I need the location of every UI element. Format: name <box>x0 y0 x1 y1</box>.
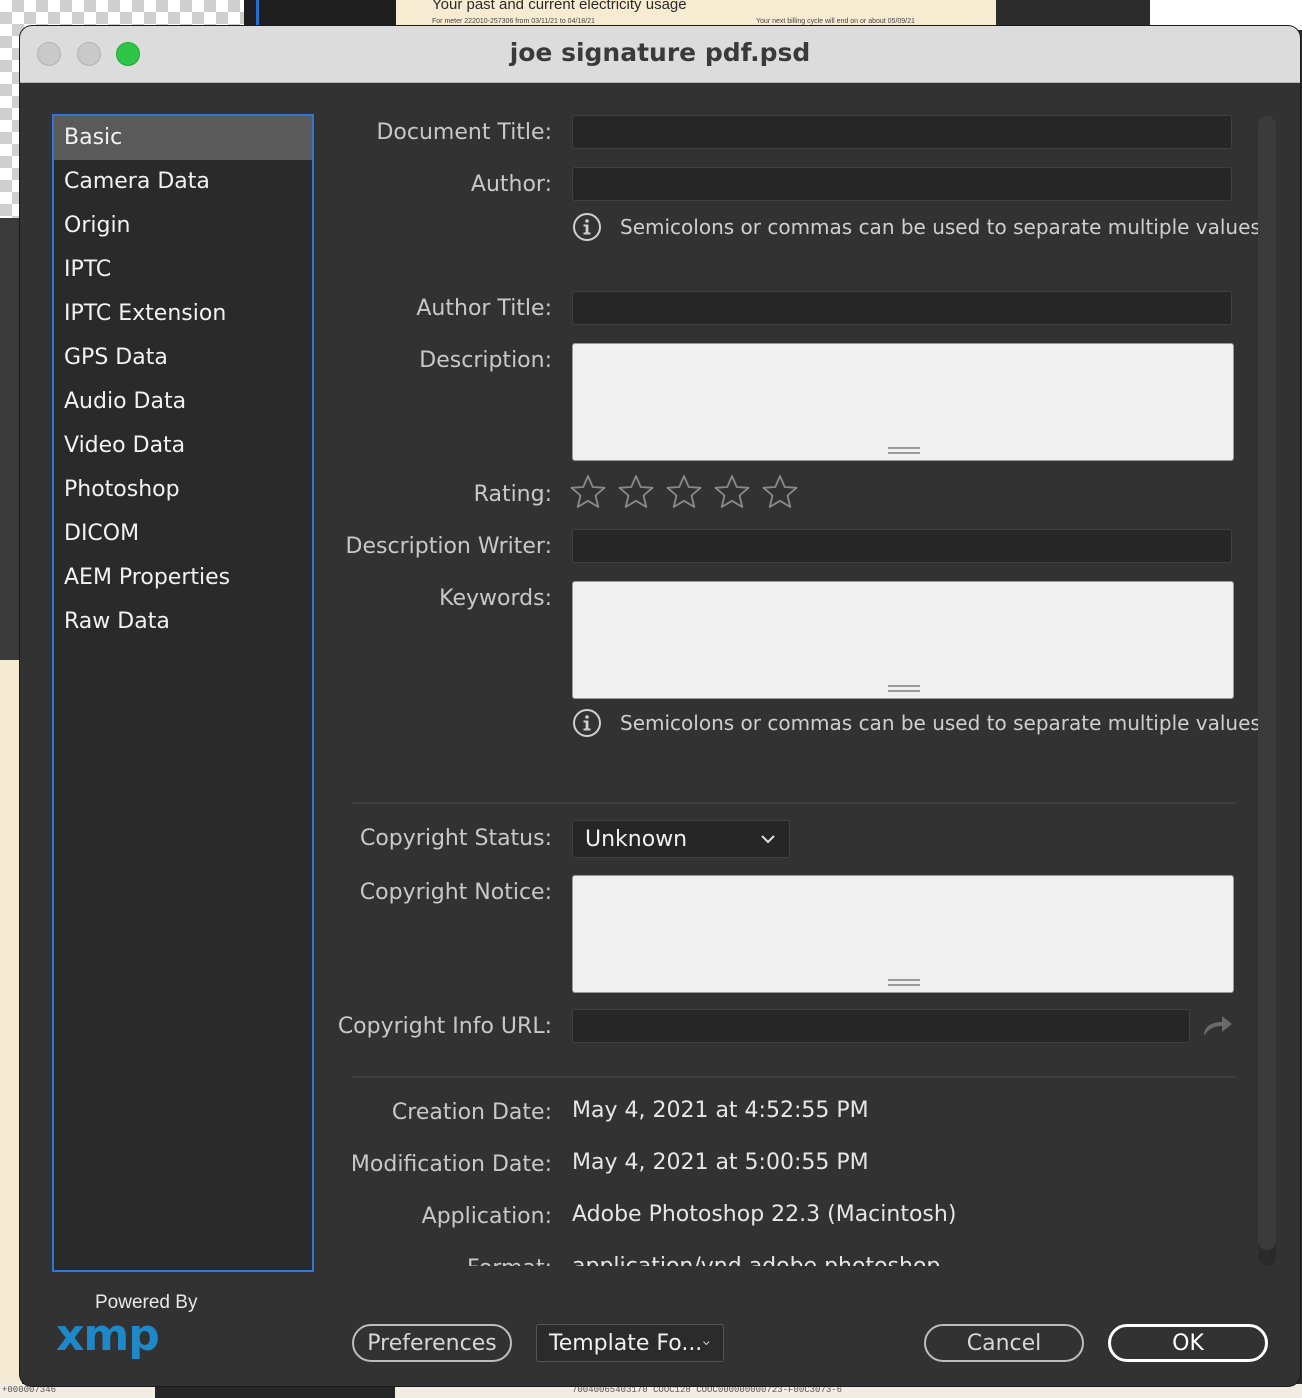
preferences-button[interactable]: Preferences <box>352 1324 512 1362</box>
resize-grip-icon[interactable] <box>888 447 920 454</box>
star-outline-icon[interactable] <box>618 474 654 510</box>
star-outline-icon[interactable] <box>570 474 606 510</box>
powered-by-text: Powered By <box>95 1292 198 1313</box>
basic-metadata-form: Document Title: Author: Semicolons or co… <box>20 26 1300 1266</box>
modification-date-label: Modification Date: <box>350 1152 552 1177</box>
ok-button[interactable]: OK <box>1108 1324 1268 1362</box>
template-folder-label: Template Fo... <box>549 1330 703 1356</box>
copyright-notice-textarea[interactable] <box>572 875 1234 993</box>
author-title-label: Author Title: <box>416 296 552 321</box>
author-hint-text: Semicolons or commas can be used to sepa… <box>620 215 1261 239</box>
background-doc-heading: Your past and current electricity usage <box>432 0 687 13</box>
copyright-status-select[interactable]: Unknown <box>572 820 790 858</box>
background-panel-dark <box>155 1384 395 1398</box>
xmp-logo: xmp <box>56 1314 160 1361</box>
description-writer-field[interactable] <box>572 529 1232 563</box>
info-icon <box>573 213 601 241</box>
keywords-hint-text: Semicolons or commas can be used to sepa… <box>620 711 1261 735</box>
format-value: application/vnd.adobe.photoshop <box>572 1254 940 1266</box>
description-writer-label: Description Writer: <box>345 534 552 559</box>
star-outline-icon[interactable] <box>714 474 750 510</box>
section-divider <box>352 802 1236 804</box>
copyright-url-label: Copyright Info URL: <box>337 1014 552 1039</box>
copyright-status-value: Unknown <box>585 826 688 852</box>
application-label: Application: <box>421 1204 552 1229</box>
author-label: Author: <box>470 172 552 197</box>
description-textarea[interactable] <box>572 343 1234 461</box>
keywords-label: Keywords: <box>439 586 552 611</box>
resize-grip-icon[interactable] <box>888 685 920 692</box>
keywords-hint: Semicolons or commas can be used to sepa… <box>572 708 1261 738</box>
template-folder-dropdown[interactable]: Template Fo... <box>536 1324 724 1362</box>
background-barcode-text: 70040065403170 COOC128 COOC000000000723-… <box>572 1385 843 1395</box>
rating-stars <box>570 474 798 510</box>
document-title-label: Document Title: <box>376 120 552 145</box>
creation-date-label: Creation Date: <box>391 1100 552 1125</box>
cancel-button[interactable]: Cancel <box>924 1324 1084 1362</box>
star-outline-icon[interactable] <box>666 474 702 510</box>
copyright-url-field[interactable] <box>572 1009 1190 1043</box>
document-title-field[interactable] <box>572 115 1232 149</box>
copyright-notice-label: Copyright Notice: <box>359 880 552 905</box>
background-doc-line: For meter 222010-257306 from 03/11/21 to… <box>432 18 595 25</box>
resize-grip-icon[interactable] <box>888 979 920 986</box>
background-doc-line: Your next billing cycle will end on or a… <box>756 18 915 25</box>
background-barcode-text: +000007346 <box>2 1385 57 1395</box>
share-arrow-icon[interactable] <box>1200 1012 1234 1040</box>
xmp-logo-text: xmp <box>56 1314 159 1361</box>
description-label: Description: <box>419 348 552 373</box>
keywords-textarea[interactable] <box>572 581 1234 699</box>
chevron-down-icon <box>703 1341 710 1346</box>
modification-date-value: May 4, 2021 at 5:00:55 PM <box>572 1150 869 1175</box>
creation-date-value: May 4, 2021 at 4:52:55 PM <box>572 1098 869 1123</box>
author-hint: Semicolons or commas can be used to sepa… <box>572 212 1261 242</box>
format-label: Format: <box>467 1256 552 1266</box>
info-icon <box>573 709 601 737</box>
section-divider <box>352 1076 1236 1078</box>
file-info-dialog: joe signature pdf.psd Basic Camera Data … <box>20 26 1300 1386</box>
author-title-field[interactable] <box>572 291 1232 325</box>
star-outline-icon[interactable] <box>762 474 798 510</box>
rating-label: Rating: <box>473 482 552 507</box>
scrollbar-thumb[interactable] <box>1258 116 1276 1250</box>
background-document-edge <box>0 660 22 1398</box>
author-field[interactable] <box>572 167 1232 201</box>
copyright-status-label: Copyright Status: <box>359 826 552 851</box>
application-value: Adobe Photoshop 22.3 (Macintosh) <box>572 1202 957 1227</box>
background-document-bottom: +000007346 70040065403170 COOC128 COOC00… <box>0 1384 1302 1398</box>
chevron-down-icon <box>761 835 775 844</box>
background-selection-edge <box>256 0 259 28</box>
